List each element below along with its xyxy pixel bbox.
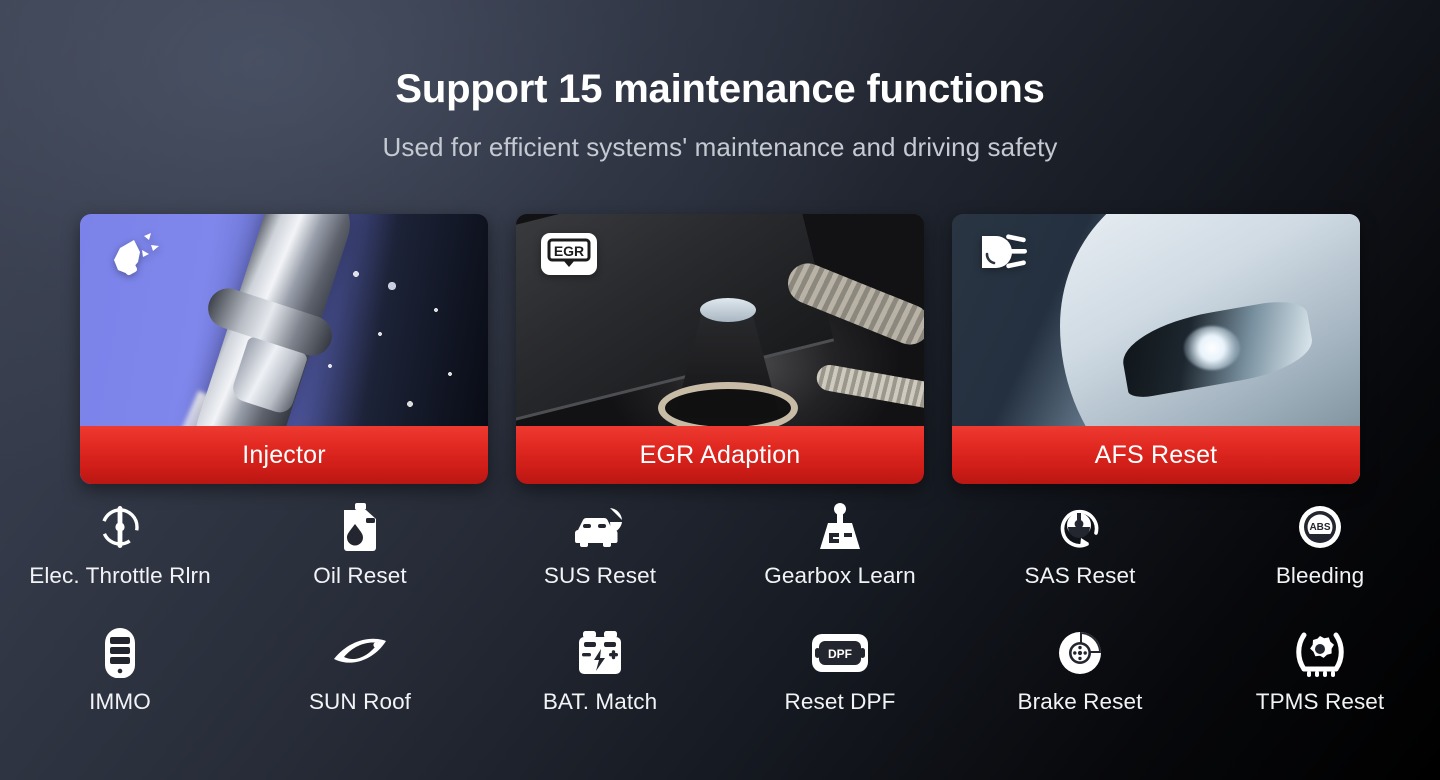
feature-card-injector[interactable]: Injector bbox=[80, 214, 488, 484]
egr-badge-icon: EGR bbox=[540, 232, 598, 281]
steering-angle-sensor-icon bbox=[1056, 502, 1104, 552]
sunroof-panel-icon bbox=[332, 628, 388, 678]
dpf-badge-icon: DPF bbox=[811, 628, 869, 678]
feature-card-label-bar: AFS Reset bbox=[952, 426, 1360, 484]
svg-text:DPF: DPF bbox=[828, 647, 852, 661]
function-item-gearbox-learn[interactable]: Gearbox Learn bbox=[720, 502, 960, 608]
function-item-sun-roof[interactable]: SUN Roof bbox=[240, 628, 480, 734]
feature-card-label-bar: Injector bbox=[80, 426, 488, 484]
feature-card-afs-reset[interactable]: AFS Reset bbox=[952, 214, 1360, 484]
maintenance-function-grid: Elec. Throttle Rlrn Oil Reset SUS Reset … bbox=[0, 502, 1440, 734]
suspension-car-icon bbox=[574, 502, 626, 552]
throttle-body-icon bbox=[97, 502, 143, 552]
page-subtitle: Used for efficient systems' maintenance … bbox=[382, 132, 1058, 162]
function-item-label: IMMO bbox=[89, 689, 151, 714]
abs-badge-icon: ABS bbox=[1297, 502, 1343, 552]
function-item-reset-dpf[interactable]: DPF Reset DPF bbox=[720, 628, 960, 734]
function-item-label: Bleeding bbox=[1275, 563, 1365, 588]
feature-card-label: EGR Adaption bbox=[639, 440, 801, 469]
function-item-oil-reset[interactable]: Oil Reset bbox=[240, 502, 480, 608]
injector-spray-icon bbox=[104, 232, 160, 289]
function-item-bat-match[interactable]: BAT. Match bbox=[480, 628, 720, 734]
function-item-sas-reset[interactable]: SAS Reset bbox=[960, 502, 1200, 608]
key-fob-icon bbox=[102, 628, 138, 678]
battery-icon bbox=[577, 628, 623, 678]
feature-card-label: Injector bbox=[242, 440, 326, 469]
svg-text:EGR: EGR bbox=[554, 243, 584, 259]
gear-shifter-icon bbox=[818, 502, 862, 552]
function-item-elec-throttle-rlrn[interactable]: Elec. Throttle Rlrn bbox=[0, 502, 240, 608]
svg-text:ABS: ABS bbox=[1309, 522, 1330, 533]
function-item-label: TPMS Reset bbox=[1255, 689, 1385, 714]
function-item-label: SAS Reset bbox=[1024, 563, 1136, 588]
feature-card-label: AFS Reset bbox=[1094, 440, 1218, 469]
headlamp-beam-icon bbox=[976, 232, 1032, 277]
page-header: Support 15 maintenance functions Used fo… bbox=[0, 0, 1440, 163]
feature-card-egr-adaption[interactable]: EGR EGR Adaption bbox=[516, 214, 924, 484]
tire-pressure-icon bbox=[1295, 628, 1345, 678]
brake-disc-icon bbox=[1056, 628, 1104, 678]
function-item-label: BAT. Match bbox=[542, 689, 658, 714]
function-item-label: Elec. Throttle Rlrn bbox=[29, 563, 211, 588]
feature-card-label-bar: EGR Adaption bbox=[516, 426, 924, 484]
function-item-sus-reset[interactable]: SUS Reset bbox=[480, 502, 720, 608]
function-item-label: SUS Reset bbox=[543, 563, 657, 588]
function-item-bleeding[interactable]: ABS Bleeding bbox=[1200, 502, 1440, 608]
function-item-tpms-reset[interactable]: TPMS Reset bbox=[1200, 628, 1440, 734]
function-item-immo[interactable]: IMMO bbox=[0, 628, 240, 734]
page-title: Support 15 maintenance functions bbox=[395, 67, 1045, 111]
function-item-label: SUN Roof bbox=[308, 689, 412, 714]
function-item-brake-reset[interactable]: Brake Reset bbox=[960, 628, 1200, 734]
feature-card-list: Injector EGR EGR Adaption AFS Reset bbox=[80, 214, 1360, 484]
function-item-label: Oil Reset bbox=[313, 563, 407, 588]
function-item-label: Reset DPF bbox=[784, 689, 896, 714]
oil-can-icon bbox=[340, 502, 380, 552]
function-item-label: Brake Reset bbox=[1017, 689, 1143, 714]
function-item-label: Gearbox Learn bbox=[764, 563, 916, 588]
